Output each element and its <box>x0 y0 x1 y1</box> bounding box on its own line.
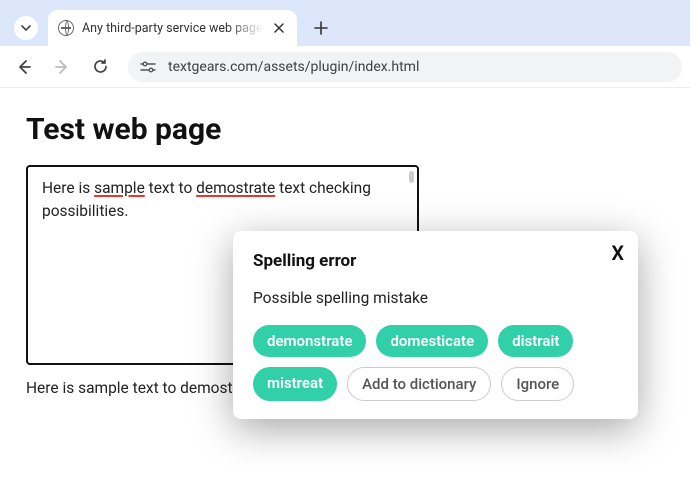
spelling-error-word[interactable]: sample <box>94 179 145 197</box>
globe-icon <box>58 20 74 36</box>
add-to-dictionary-button[interactable]: Add to dictionary <box>347 367 491 401</box>
popup-title: Spelling error <box>253 251 618 271</box>
popup-close-button[interactable]: X <box>611 241 624 265</box>
suggestion-row: demonstrate domesticate distrait mistrea… <box>253 325 618 401</box>
tune-icon <box>140 61 156 73</box>
scrollbar-thumb[interactable] <box>409 171 414 183</box>
editor-text-part: Here is <box>42 179 94 197</box>
plus-icon <box>314 21 328 35</box>
forward-button[interactable] <box>46 51 78 83</box>
new-tab-button[interactable] <box>307 14 335 42</box>
address-bar[interactable]: textgears.com/assets/plugin/index.html <box>128 52 682 82</box>
reload-button[interactable] <box>84 51 116 83</box>
suggestion-chip[interactable]: distrait <box>498 325 573 357</box>
browser-chrome: Any third-party service web page <box>0 0 690 88</box>
close-icon <box>274 23 284 33</box>
editor-text-part: text to <box>145 179 196 197</box>
toolbar: textgears.com/assets/plugin/index.html <box>0 46 690 88</box>
suggestion-chip[interactable]: mistreat <box>253 367 337 401</box>
spelling-error-word[interactable]: demostrate <box>196 179 275 197</box>
arrow-right-icon <box>53 58 71 76</box>
popup-description: Possible spelling mistake <box>253 289 618 307</box>
page-title: Test web page <box>26 112 664 147</box>
tab-close-button[interactable] <box>271 20 287 36</box>
back-button[interactable] <box>8 51 40 83</box>
site-info-button[interactable] <box>138 57 158 77</box>
tab-title: Any third-party service web page <box>82 21 263 36</box>
reload-icon <box>92 58 109 75</box>
spellcheck-popup: X Spelling error Possible spelling mista… <box>233 231 638 419</box>
suggestion-chip[interactable]: demonstrate <box>253 325 366 357</box>
tab-search-dropdown[interactable] <box>14 16 38 40</box>
suggestion-chip[interactable]: domesticate <box>376 325 488 357</box>
ignore-button[interactable]: Ignore <box>501 367 574 401</box>
browser-tab[interactable]: Any third-party service web page <box>48 10 297 46</box>
tab-strip: Any third-party service web page <box>0 10 690 46</box>
chevron-down-icon <box>21 25 31 31</box>
arrow-left-icon <box>15 58 33 76</box>
url-text: textgears.com/assets/plugin/index.html <box>168 59 419 75</box>
